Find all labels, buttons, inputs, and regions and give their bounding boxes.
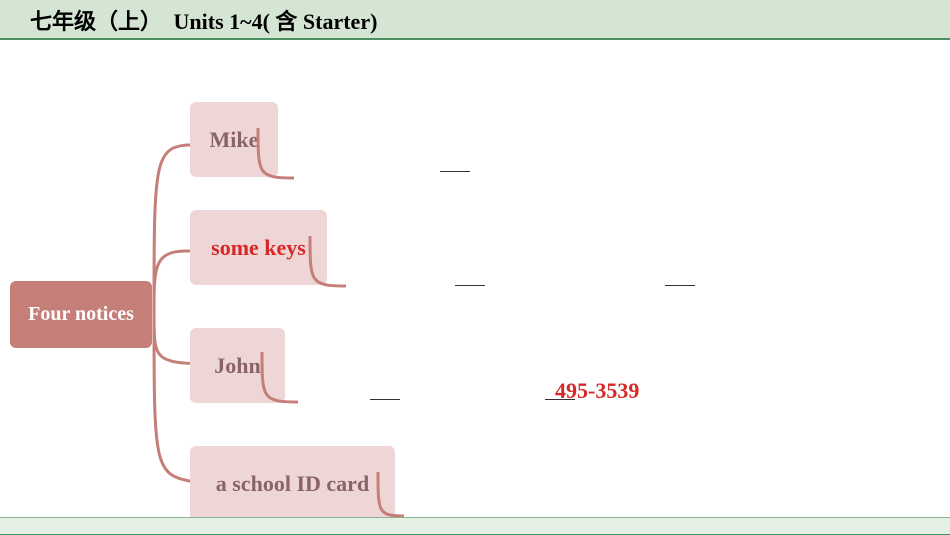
phone-number: 495-3539 xyxy=(555,378,639,404)
blank-line-2b xyxy=(665,285,695,286)
child-node-keys: some keys xyxy=(190,210,327,285)
blank-line-1 xyxy=(440,171,470,172)
child-label: some keys xyxy=(211,235,306,261)
header-en: Units 1~4( 含 Starter) xyxy=(174,9,378,34)
blank-line-3a xyxy=(370,399,400,400)
tree-connectors xyxy=(146,135,206,490)
page-header: 七年级（上） Units 1~4( 含 Starter) xyxy=(0,0,950,40)
blank-line-2a xyxy=(455,285,485,286)
child-node-john: John xyxy=(190,328,285,403)
child-label: Mike xyxy=(210,127,259,153)
child-label: John xyxy=(214,353,260,379)
child-node-mike: Mike xyxy=(190,102,278,177)
child-label: a school ID card xyxy=(216,471,369,497)
child-node-idcard: a school ID card xyxy=(190,446,395,521)
footer-bar xyxy=(0,517,950,535)
header-zh: 七年级（上） xyxy=(30,9,162,34)
diagram-area: Four notices Mike some keys John 495-353… xyxy=(0,40,950,505)
root-node: Four notices xyxy=(10,281,152,348)
root-label: Four notices xyxy=(28,303,134,326)
